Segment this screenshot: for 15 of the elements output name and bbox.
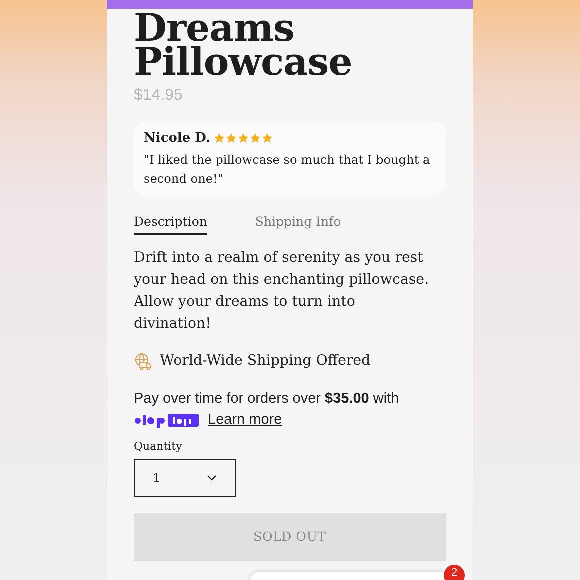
notification-badge: 2 <box>444 565 465 580</box>
quantity-label: Quantity <box>134 438 184 455</box>
product-title: Dreams Pillowcase <box>134 11 354 79</box>
product-description: Drift into a realm of serenity as you rest your head on this enchanting pillowcase. Allow your dreams to turn into divination! <box>134 249 430 334</box>
tab[interactable]: Description <box>134 212 208 236</box>
review-text: "I liked the pillowcase so much that I bought a second one!" <box>144 152 432 188</box>
chevron-down-icon <box>207 475 217 482</box>
learn-more-link[interactable]: Learn more <box>208 410 282 431</box>
product-price: $14.95 <box>134 86 183 106</box>
quantity-select[interactable]: 1 <box>134 459 236 498</box>
tab[interactable]: Shipping Info <box>255 212 342 236</box>
review-author: Nicole D. <box>144 130 210 148</box>
shipping-note: World-Wide Shipping Offered <box>160 352 371 372</box>
installment-text: Pay over time for orders over $35.00 with <box>134 390 400 409</box>
globe-truck-icon <box>134 352 152 371</box>
